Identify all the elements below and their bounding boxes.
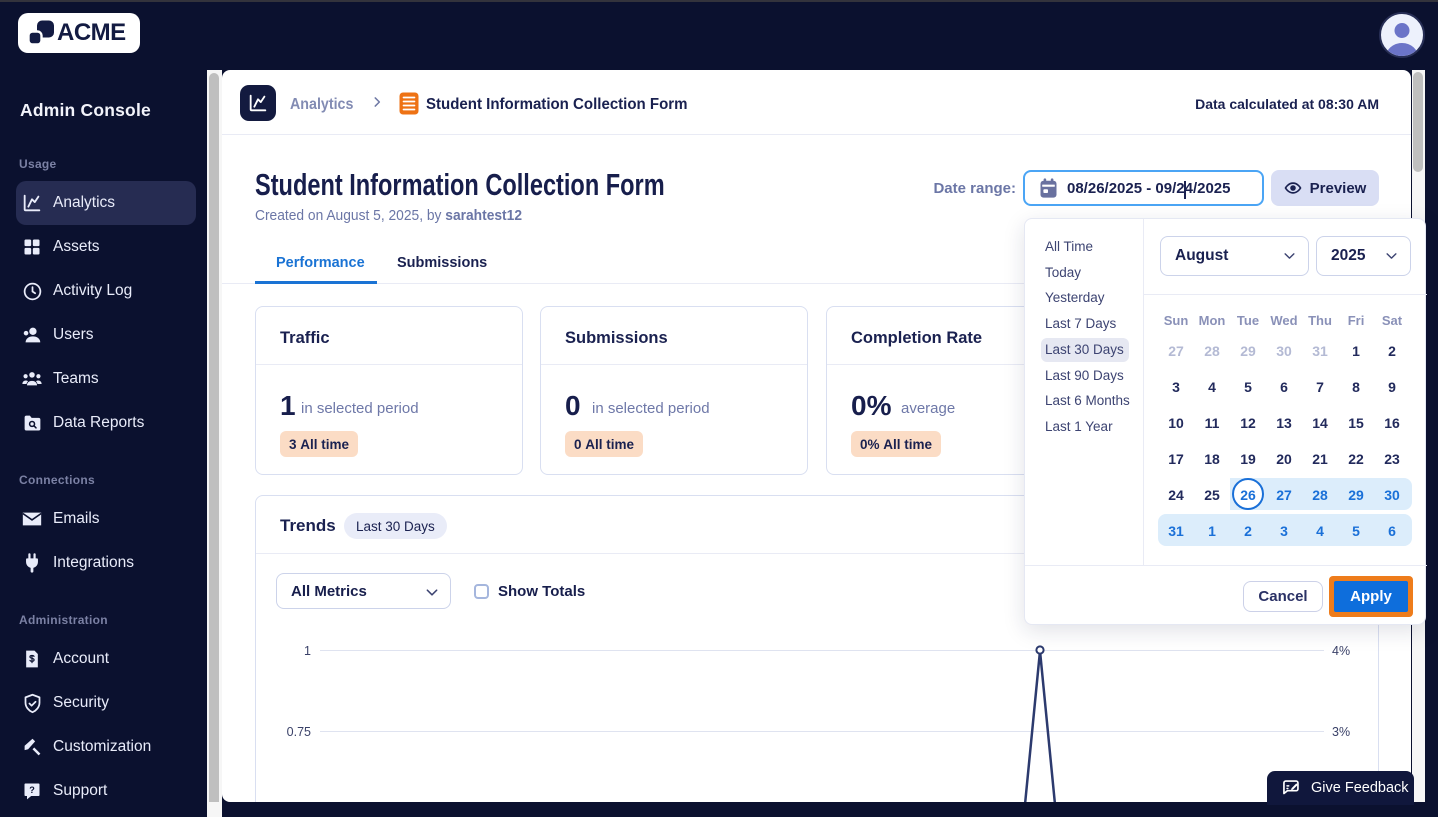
svg-text:?: ? bbox=[29, 785, 35, 795]
